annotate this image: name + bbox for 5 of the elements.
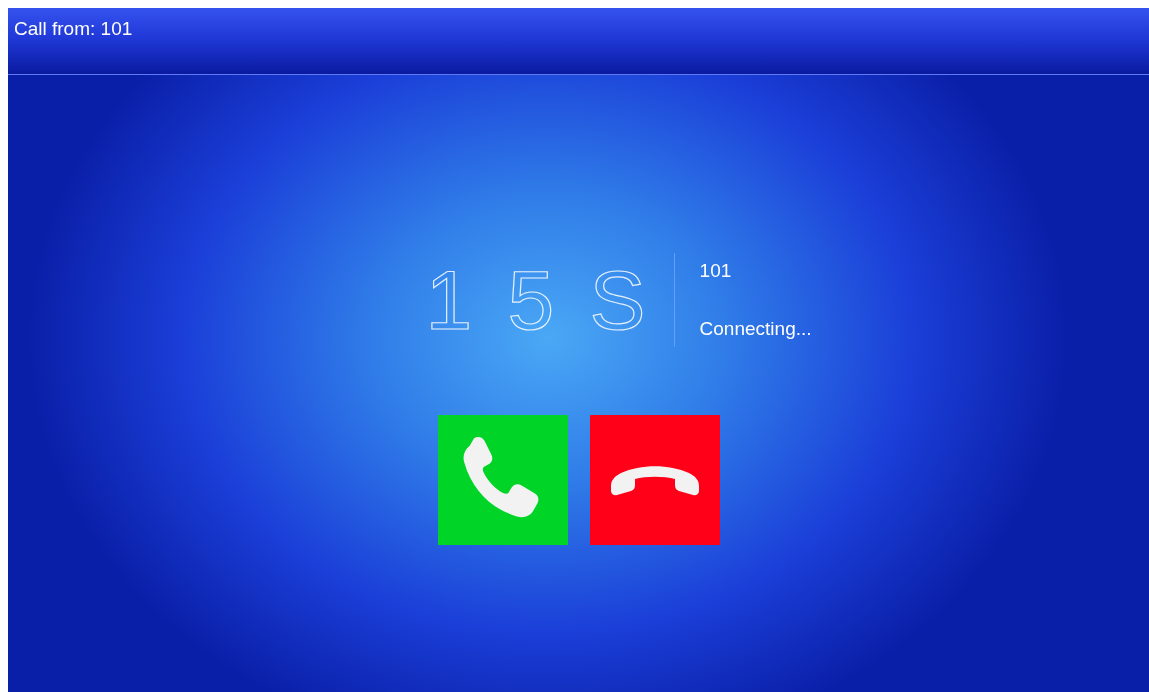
caller-number: 101 [699, 260, 733, 282]
call-status: Connecting... [699, 318, 812, 340]
hang-up-button[interactable] [589, 415, 720, 545]
call-timer: 1 5 S [425, 258, 653, 342]
window-title: Call from: 101 [14, 18, 133, 40]
